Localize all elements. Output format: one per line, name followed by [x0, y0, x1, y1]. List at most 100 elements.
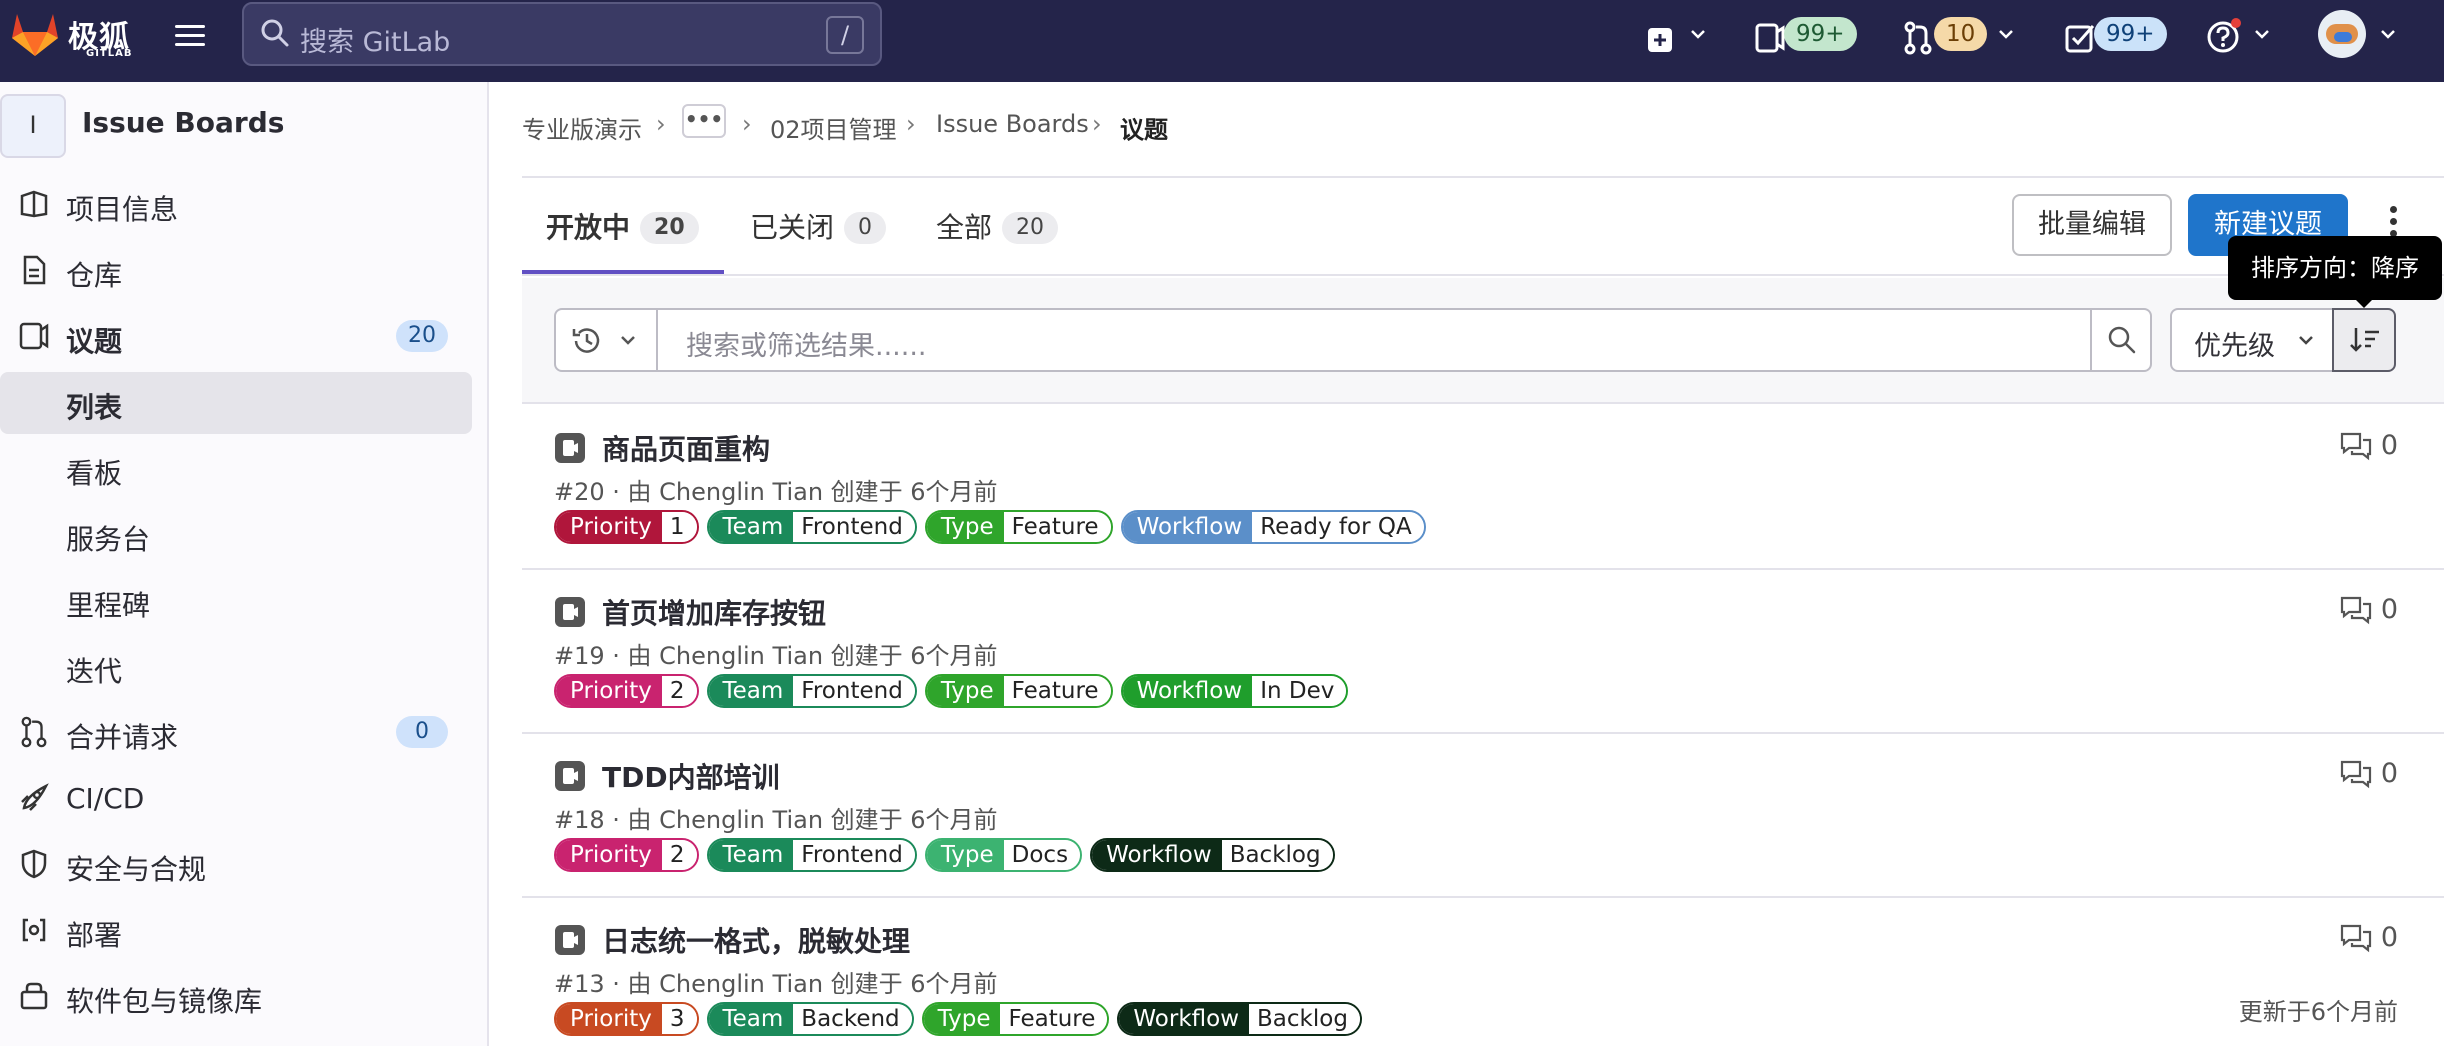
scoped-label-type[interactable]: Type Feature	[924, 674, 1113, 708]
label-key: Workflow	[1122, 676, 1253, 706]
issue-row[interactable]: 商品页面重构 #20 · 由 Chenglin Tian 创建于 6个月前 Prio…	[522, 406, 2444, 570]
issue-title[interactable]: 商品页面重构	[602, 428, 770, 468]
tab-closed[interactable]: 已关闭 0	[750, 206, 887, 246]
issue-labels: Priority 2 Team Frontend Type Feature Workflow…	[554, 674, 1349, 708]
scoped-label-team[interactable]: Team Frontend	[706, 510, 917, 544]
search-button[interactable]	[2090, 310, 2150, 370]
scoped-label-type[interactable]: Type Feature	[924, 510, 1113, 544]
label-key: Priority	[556, 840, 662, 870]
tab-open[interactable]: 开放中 20	[546, 206, 699, 246]
sidebar-item-project-info[interactable]: 项目信息	[0, 174, 472, 236]
breadcrumb-more-button[interactable]: •••	[682, 104, 726, 138]
sidebar-item-iterations[interactable]: 迭代	[0, 636, 472, 698]
sidebar-item-label: 列表	[66, 391, 123, 424]
sidebar-item-label: 合并请求	[66, 721, 179, 754]
menu-icon[interactable]	[172, 20, 208, 56]
issue-meta: #13 · 由 Chenglin Tian 创建于 6个月前	[554, 970, 998, 998]
issue-row[interactable]: TDD内部培训 #18 · 由 Chenglin Tian 创建于 6个月前 Pri…	[522, 734, 2444, 898]
merge-requests-count-badge: 0	[396, 716, 448, 748]
scoped-label-type[interactable]: Type Docs	[924, 838, 1083, 872]
sidebar-item-milestones[interactable]: 里程碑	[0, 570, 472, 632]
tab-all[interactable]: 全部 20	[936, 206, 1059, 246]
label-value: Backlog	[1221, 840, 1333, 870]
scoped-label-workflow[interactable]: Workflow Backlog	[1090, 838, 1335, 872]
scoped-label-workflow[interactable]: Workflow In Dev	[1120, 674, 1349, 708]
chevron-down-icon[interactable]	[2252, 24, 2272, 44]
issue-title[interactable]: 日志统一格式，脱敏处理	[602, 920, 910, 960]
deploy-icon	[22, 918, 46, 942]
tab-label: 开放中	[546, 211, 631, 244]
todo-checkbox-icon[interactable]	[2064, 18, 2096, 58]
scoped-label-workflow[interactable]: Workflow Ready for QA	[1120, 510, 1426, 544]
label-value: Frontend	[793, 676, 915, 706]
sidebar-item-deploy[interactable]: 部署	[0, 900, 472, 962]
chevron-right-icon: ›	[1092, 110, 1102, 138]
issues-count-badge[interactable]: 99+	[1784, 17, 1857, 51]
sort-by-dropdown[interactable]: 优先级	[2170, 308, 2334, 372]
issue-row[interactable]: 首页增加库存按钮 #19 · 由 Chenglin Tian 创建于 6个月前 Pr…	[522, 570, 2444, 734]
scoped-label-team[interactable]: Team Frontend	[706, 838, 917, 872]
help-icon[interactable]	[2206, 16, 2242, 56]
scoped-label-workflow[interactable]: Workflow Backlog	[1117, 1002, 1362, 1036]
chevron-down-icon[interactable]	[1688, 24, 1708, 44]
recent-searches-button[interactable]	[556, 310, 658, 370]
search-placeholder: 搜索 GitLab	[300, 27, 451, 58]
plus-square-icon[interactable]	[1646, 20, 1674, 60]
sidebar-item-list[interactable]: 列表	[0, 372, 472, 434]
issue-comments[interactable]: 0	[2339, 922, 2398, 953]
breadcrumb-item[interactable]: 专业版演示	[522, 110, 642, 145]
issue-updated: 更新于6个月前	[2238, 998, 2398, 1026]
sidebar-item-issues[interactable]: 议题 20	[0, 306, 472, 368]
sidebar-item-repository[interactable]: 仓库	[0, 240, 472, 302]
scoped-label-priority[interactable]: Priority 2	[554, 674, 699, 708]
comment-count: 0	[2380, 594, 2398, 625]
sidebar-item-security[interactable]: 安全与合规	[0, 834, 472, 896]
filter-search-input[interactable]: 搜索或筛选结果......	[554, 308, 2152, 372]
chevron-down-icon[interactable]	[2378, 24, 2398, 44]
sidebar-item-merge-requests[interactable]: 合并请求 0	[0, 702, 472, 764]
scoped-label-type[interactable]: Type Feature	[921, 1002, 1110, 1036]
user-avatar[interactable]	[2318, 10, 2366, 58]
label-value: Feature	[1003, 512, 1111, 542]
rocket-icon	[21, 783, 49, 811]
sidebar-item-boards[interactable]: 看板	[0, 438, 472, 500]
merge-request-icon[interactable]	[1902, 18, 1934, 58]
label-key: Workflow	[1122, 512, 1253, 542]
merge-request-icon	[21, 716, 47, 748]
search-input[interactable]: 搜索 GitLab /	[242, 2, 882, 66]
scoped-label-priority[interactable]: Priority 3	[554, 1002, 699, 1036]
sidebar-item-cicd[interactable]: CI/CD	[0, 768, 472, 830]
scoped-label-team[interactable]: Team Backend	[706, 1002, 914, 1036]
sidebar-item-label: 议题	[66, 325, 123, 358]
more-actions-icon[interactable]	[2390, 206, 2400, 240]
issue-row[interactable]: 日志统一格式，脱敏处理 #13 · 由 Chenglin Tian 创建于 6个月…	[522, 898, 2444, 1046]
sidebar-item-packages[interactable]: 软件包与镜像库	[0, 966, 472, 1028]
issue-title[interactable]: TDD内部培训	[602, 756, 780, 796]
sort-direction-button[interactable]	[2332, 308, 2396, 372]
sidebar-item-service-desk[interactable]: 服务台	[0, 504, 472, 566]
scoped-label-team[interactable]: Team Frontend	[706, 674, 917, 708]
scoped-label-priority[interactable]: Priority 2	[554, 838, 699, 872]
tab-count: 20	[1002, 212, 1059, 244]
comment-count: 0	[2380, 922, 2398, 953]
breadcrumb-item[interactable]: 02项目管理	[770, 110, 897, 145]
breadcrumb-item[interactable]: Issue Boards	[936, 110, 1089, 138]
issues-icon[interactable]	[1754, 18, 1786, 58]
merge-requests-count-badge[interactable]: 10	[1934, 17, 1988, 51]
bulk-edit-button[interactable]: 批量编辑	[2012, 194, 2172, 256]
sidebar-item-label: 仓库	[66, 259, 123, 292]
todos-count-badge[interactable]: 99+	[2094, 17, 2167, 51]
label-value: 3	[661, 1004, 697, 1034]
project-avatar[interactable]: I	[0, 94, 66, 158]
chevron-down-icon[interactable]	[1996, 24, 2016, 44]
issue-title[interactable]: 首页增加库存按钮	[602, 592, 826, 632]
comments-icon	[2340, 924, 2371, 952]
gitlab-logo-icon[interactable]	[8, 8, 62, 60]
label-key: Type	[926, 840, 1004, 870]
issue-comments[interactable]: 0	[2339, 758, 2398, 789]
issue-comments[interactable]: 0	[2339, 594, 2398, 625]
label-key: Team	[708, 1004, 794, 1034]
issue-comments[interactable]: 0	[2339, 430, 2398, 461]
scoped-label-priority[interactable]: Priority 1	[554, 510, 699, 544]
project-name[interactable]: Issue Boards	[82, 106, 284, 139]
